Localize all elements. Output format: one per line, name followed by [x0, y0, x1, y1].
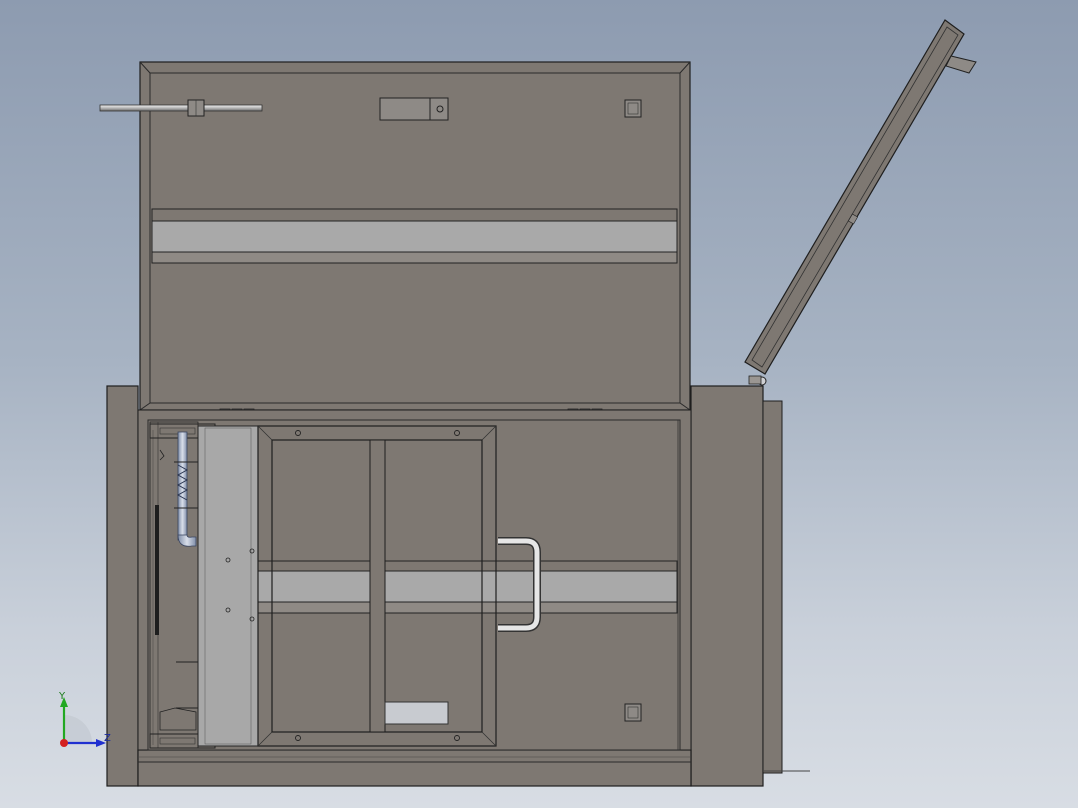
- graphics-viewport[interactable]: Y Z: [0, 0, 1078, 808]
- coordinate-triad: Y Z: [48, 685, 118, 755]
- cad-model-view[interactable]: [0, 0, 1078, 808]
- coordinate-triad-icon: Y Z: [58, 691, 111, 747]
- label-plate: [384, 701, 449, 725]
- upper-box: [139, 61, 691, 416]
- guide-plate: [197, 425, 259, 747]
- axis-z-label: Z: [104, 733, 111, 744]
- axis-y-label: Y: [58, 691, 66, 702]
- open-door[interactable]: [744, 19, 977, 386]
